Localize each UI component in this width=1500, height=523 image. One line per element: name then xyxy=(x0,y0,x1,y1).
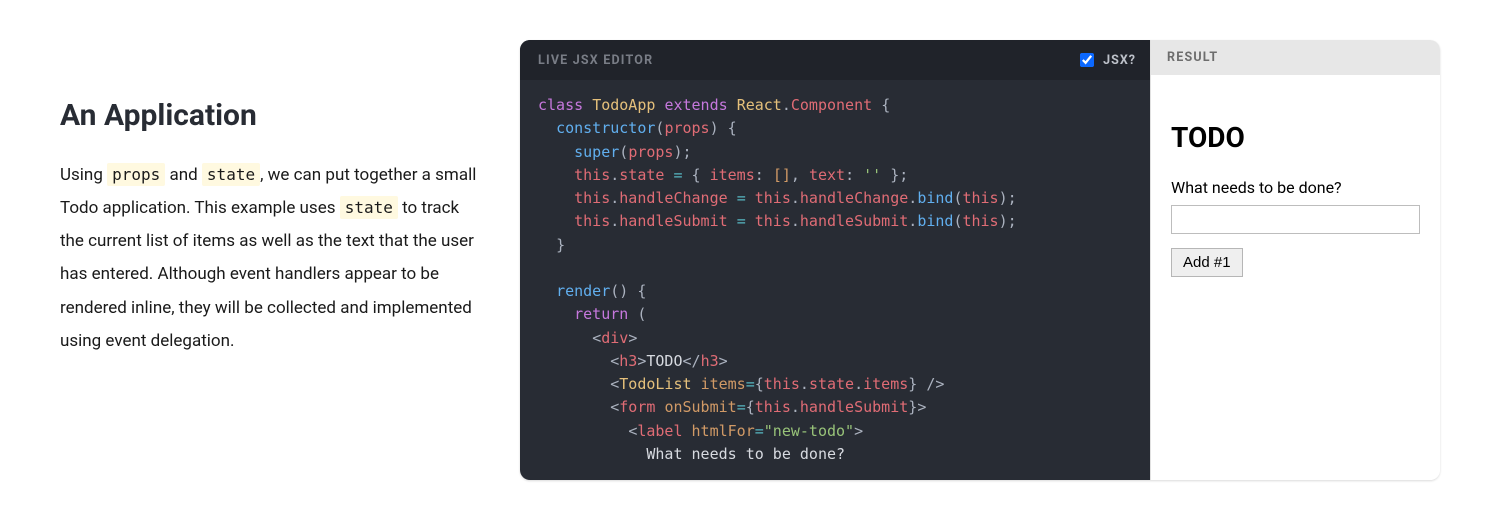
text: Using xyxy=(60,165,107,185)
state-prop: state xyxy=(809,375,854,393)
add-button[interactable]: Add #1 xyxy=(1171,248,1243,277)
items-key: items xyxy=(710,166,755,184)
new-todo-str: "new-todo" xyxy=(764,422,854,440)
props-arg: props xyxy=(628,143,673,161)
this: this xyxy=(574,189,610,207)
render: render xyxy=(556,282,610,300)
editor-title: LIVE JSX EDITOR xyxy=(538,53,653,68)
code-editor: LIVE JSX EDITOR JSX? class TodoApp exten… xyxy=(520,40,1150,480)
state-prop: state xyxy=(619,166,664,184)
jsx-checkbox[interactable] xyxy=(1080,53,1094,67)
hsubmit: handleSubmit xyxy=(800,212,908,230)
text-key: text xyxy=(809,166,845,184)
text: to track the current list of items as we… xyxy=(60,198,474,351)
this: this xyxy=(962,212,998,230)
text: and xyxy=(165,165,202,185)
live-example: LIVE JSX EDITOR JSX? class TodoApp exten… xyxy=(520,40,1440,480)
tag-h3: h3 xyxy=(619,352,637,370)
this: this xyxy=(755,212,791,230)
attr-htmlfor: htmlFor xyxy=(692,422,755,440)
class-name: TodoApp xyxy=(592,96,655,114)
kw-class: class xyxy=(538,96,583,114)
tag-todolist: TodoList xyxy=(619,375,691,393)
result-header: RESULT xyxy=(1151,40,1440,75)
todo-input-label: What needs to be done? xyxy=(1171,178,1420,197)
explanation: An Application Using props and state, we… xyxy=(60,40,480,358)
todo-input[interactable] xyxy=(1171,205,1420,234)
kw-return: return xyxy=(574,305,628,323)
section-heading: An Application xyxy=(60,98,480,133)
hsubmit: handleSubmit xyxy=(800,398,908,416)
props-param: props xyxy=(664,119,709,137)
attr-items: items xyxy=(701,375,746,393)
items-prop: items xyxy=(863,375,908,393)
empty-string: '' xyxy=(863,166,881,184)
todo-heading: TODO xyxy=(1171,121,1420,154)
this: this xyxy=(755,398,791,416)
inline-code-props: props xyxy=(107,163,165,186)
component-ident: Component xyxy=(791,96,872,114)
todo-text: TODO xyxy=(646,352,682,370)
react-ident: React xyxy=(737,96,782,114)
kw-extends: extends xyxy=(664,96,727,114)
super-call: super xyxy=(574,143,619,161)
bind: bind xyxy=(917,189,953,207)
editor-header: LIVE JSX EDITOR JSX? xyxy=(520,40,1150,80)
jsx-toggle[interactable]: JSX? xyxy=(1076,50,1136,70)
jsx-toggle-label: JSX? xyxy=(1103,53,1136,68)
bind: bind xyxy=(917,212,953,230)
inline-code-state: state xyxy=(340,196,398,219)
label-text: What needs to be done? xyxy=(646,445,845,463)
section-paragraph: Using props and state, we can put togeth… xyxy=(60,159,480,358)
tag-div: div xyxy=(601,329,628,347)
this: this xyxy=(755,189,791,207)
code-area[interactable]: class TodoApp extends React.Component { … xyxy=(520,80,1150,480)
tag-h3: h3 xyxy=(701,352,719,370)
this: this xyxy=(574,212,610,230)
this: this xyxy=(764,375,800,393)
this: this xyxy=(574,166,610,184)
result-body: TODO What needs to be done? Add #1 xyxy=(1151,75,1440,297)
hsubmit: handleSubmit xyxy=(619,212,727,230)
hchange: handleChange xyxy=(619,189,727,207)
inline-code-state: state xyxy=(202,163,260,186)
constructor: constructor xyxy=(556,119,655,137)
result-panel: RESULT TODO What needs to be done? Add #… xyxy=(1150,40,1440,480)
hchange: handleChange xyxy=(800,189,908,207)
tag-form: form xyxy=(619,398,655,416)
tag-label: label xyxy=(637,422,682,440)
this: this xyxy=(962,189,998,207)
attr-onsubmit: onSubmit xyxy=(664,398,736,416)
